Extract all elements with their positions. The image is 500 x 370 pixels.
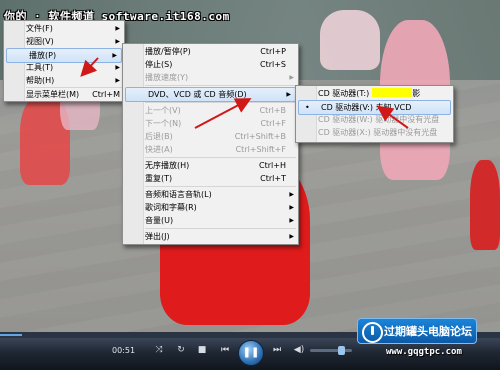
- submenu-arrow-icon: ▶: [289, 217, 294, 224]
- menu-item-label: 音量(U): [145, 216, 174, 225]
- menu-item-shortcut: Ctrl+B: [259, 106, 286, 115]
- dancer-figure: [320, 10, 380, 70]
- menu-item-shortcut: Ctrl+Shift+F: [235, 145, 286, 154]
- menu-item-drive-w[interactable]: CD 驱动器(W:) 驱动器中没有光盘: [296, 113, 453, 126]
- menu-item-shortcut: Ctrl+M: [92, 90, 120, 99]
- mute-button[interactable]: ◀): [292, 345, 306, 355]
- menu-item-shortcut: Ctrl+F: [260, 119, 286, 128]
- menu-item-label: DVD、VCD 或 CD 音频(D): [148, 90, 247, 99]
- menu-separator: [145, 85, 296, 86]
- forum-name: 过期罐头电脑论坛: [384, 325, 472, 338]
- submenu-arrow-icon: ▶: [289, 233, 294, 240]
- menu-item-label: 显示菜单栏(M): [26, 90, 80, 99]
- play-submenu: 播放/暂停(P) Ctrl+P 停止(S) Ctrl+S 播放速度(Y) ▶ D…: [122, 43, 299, 245]
- menu-item-volume[interactable]: 音量(U) ▶: [123, 214, 298, 227]
- previous-button[interactable]: ⏮: [218, 345, 232, 355]
- menu-item-dvd-vcd-cd[interactable]: DVD、VCD 或 CD 音频(D) ▶: [125, 87, 296, 102]
- main-menu: 文件(F) ▶ 视图(V) ▶ 播放(P) ▶ 工具(T) ▶ 帮助(H) ▶ …: [3, 20, 125, 102]
- menu-separator: [145, 157, 296, 158]
- menu-item-label: 歌词和字幕(R): [145, 203, 197, 212]
- menu-item-lyrics-subtitles[interactable]: 歌词和字幕(R) ▶: [123, 201, 298, 214]
- menu-item-rewind[interactable]: 后退(B) Ctrl+Shift+B: [123, 130, 298, 143]
- submenu-arrow-icon: ▶: [289, 204, 294, 211]
- menu-item-label: 播放/暂停(P): [145, 47, 191, 56]
- menu-item-stop[interactable]: 停止(S) Ctrl+S: [123, 58, 298, 71]
- submenu-arrow-icon: ▶: [289, 191, 294, 198]
- dancer-figure: [470, 160, 500, 250]
- menu-item-label: 快进(A): [145, 145, 173, 154]
- next-button[interactable]: ⏭: [270, 345, 284, 355]
- menu-item-view[interactable]: 视图(V) ▶: [4, 35, 124, 48]
- menu-item-next[interactable]: 下一个(N) Ctrl+F: [123, 117, 298, 130]
- site-url: www.gqgtpc.com: [386, 347, 462, 357]
- menu-item-previous[interactable]: 上一个(V) Ctrl+B: [123, 104, 298, 117]
- menu-item-tools[interactable]: 工具(T) ▶: [4, 61, 124, 74]
- menu-item-shortcut: Ctrl+S: [259, 60, 286, 69]
- menu-item-label: CD 驱动器(W:) 驱动器中没有光盘: [318, 115, 440, 124]
- time-display: 00:51: [112, 346, 136, 355]
- menu-item-label: 重复(T): [145, 174, 173, 183]
- menu-item-shortcut: Ctrl+P: [260, 47, 286, 56]
- dvd-vcd-cd-submenu: CD 驱动器(T:) 影 • CD 驱动器(V:) 未知 VCD CD 驱动器(W…: [295, 85, 454, 143]
- menu-item-label: 音频和语言音轨(L): [145, 190, 212, 199]
- stop-button[interactable]: ■: [195, 345, 209, 355]
- seek-progress: [0, 334, 22, 336]
- media-player-window: 你的 · 软件频道 software.it168.com 文件(F) ▶ 视图(…: [0, 0, 500, 370]
- repeat-button[interactable]: ↻: [174, 345, 188, 355]
- menu-item-label: 帮助(H): [26, 76, 55, 85]
- menu-item-file[interactable]: 文件(F) ▶: [4, 22, 124, 35]
- menu-separator: [145, 186, 296, 187]
- menu-item-label: 无序播放(H): [145, 161, 190, 170]
- redacted-highlight: [372, 88, 413, 97]
- menu-item-label: 文件(F): [26, 24, 53, 33]
- menu-item-play-speed[interactable]: 播放速度(Y) ▶: [123, 71, 298, 84]
- menu-item-label: 视图(V): [26, 37, 54, 46]
- menu-item-fast-forward[interactable]: 快进(A) Ctrl+Shift+F: [123, 143, 298, 156]
- menu-item-shortcut: Ctrl+T: [260, 174, 286, 183]
- forum-badge: 过期罐头电脑论坛: [357, 318, 477, 344]
- menu-item-label: CD 驱动器(T:) 影: [318, 87, 420, 100]
- menu-separator: [145, 228, 296, 229]
- volume-knob[interactable]: [338, 346, 345, 355]
- menu-item-shortcut: Ctrl+Shift+B: [234, 132, 286, 141]
- menu-item-show-menubar[interactable]: 显示菜单栏(M) Ctrl+M: [4, 88, 124, 101]
- menu-item-label: 弹出(J): [145, 232, 170, 241]
- menu-item-repeat[interactable]: 重复(T) Ctrl+T: [123, 172, 298, 185]
- menu-item-label: 工具(T): [26, 63, 54, 72]
- menu-item-drive-x[interactable]: CD 驱动器(X:) 驱动器中没有光盘: [296, 126, 453, 139]
- power-logo-icon: [362, 322, 383, 343]
- menu-item-shuffle[interactable]: 无序播放(H) Ctrl+H: [123, 159, 298, 172]
- submenu-arrow-icon: ▶: [115, 25, 120, 32]
- play-pause-button[interactable]: ❚❚: [238, 340, 264, 366]
- submenu-arrow-icon: ▶: [289, 74, 294, 81]
- menu-item-drive-t[interactable]: CD 驱动器(T:) 影: [296, 87, 453, 100]
- menu-item-audio-tracks[interactable]: 音频和语言音轨(L) ▶: [123, 188, 298, 201]
- drive-suffix: 影: [412, 89, 421, 98]
- menu-item-shortcut: Ctrl+H: [259, 161, 286, 170]
- menu-item-label: 播放速度(Y): [145, 73, 189, 82]
- menu-item-label: CD 驱动器(X:) 驱动器中没有光盘: [318, 128, 438, 137]
- menu-item-label: 下一个(N): [145, 119, 182, 128]
- shuffle-button[interactable]: ⤨: [152, 345, 166, 355]
- menu-item-label: 上一个(V): [145, 106, 181, 115]
- drive-label: CD 驱动器(T:): [318, 89, 370, 98]
- menu-item-label: 后退(B): [145, 132, 173, 141]
- submenu-arrow-icon: ▶: [115, 64, 120, 71]
- menu-separator: [145, 102, 296, 103]
- submenu-arrow-icon: ▶: [115, 77, 120, 84]
- menu-item-help[interactable]: 帮助(H) ▶: [4, 74, 124, 87]
- menu-item-eject[interactable]: 弹出(J) ▶: [123, 230, 298, 243]
- menu-item-play-pause[interactable]: 播放/暂停(P) Ctrl+P: [123, 45, 298, 58]
- volume-slider[interactable]: [310, 346, 352, 355]
- menu-item-label: 停止(S): [145, 60, 173, 69]
- submenu-arrow-icon: ▶: [115, 38, 120, 45]
- submenu-arrow-icon: ▶: [286, 91, 291, 98]
